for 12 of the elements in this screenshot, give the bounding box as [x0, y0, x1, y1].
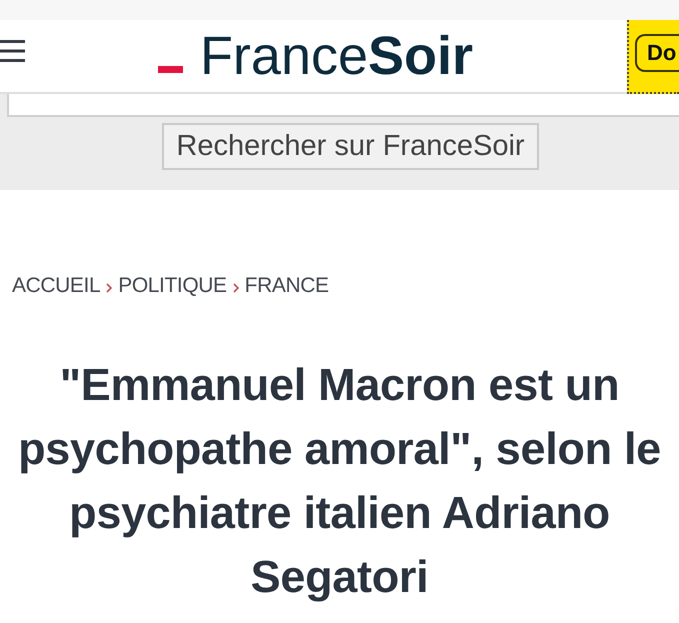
chevron-right-icon — [106, 282, 112, 292]
article-title: "Emmanuel Macron est un psychopathe amoral", selon le psychiatre italien Adriano Segatori — [17, 358, 662, 604]
breadcrumb-link[interactable]: POLITIQUE — [118, 274, 227, 298]
menu-icon — [0, 40, 25, 62]
breadcrumb-link[interactable]: ACCUEIL — [12, 274, 100, 298]
search-button[interactable]: Rechercher sur FranceSoir — [162, 123, 539, 170]
chevron-right-icon — [232, 282, 239, 292]
logo-text[interactable]: FranceSoir — [200, 29, 474, 83]
search-field[interactable] — [7, 94, 679, 117]
header-button[interactable]: Do — [627, 20, 679, 94]
breadcrumb-link[interactable]: FRANCE — [244, 274, 329, 298]
logo-dash-icon — [158, 66, 183, 72]
